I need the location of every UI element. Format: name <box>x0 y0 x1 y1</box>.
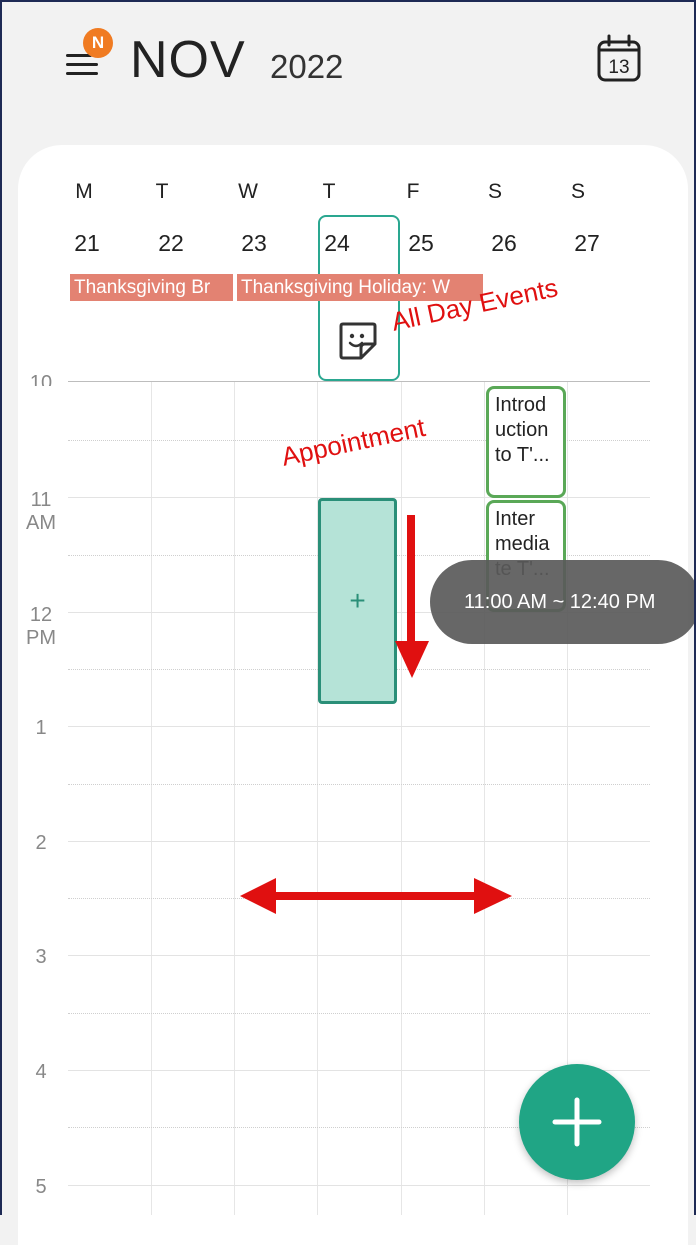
horizontal-double-arrow-annotation <box>240 878 512 914</box>
plus-icon <box>552 1097 602 1147</box>
down-arrow-annotation <box>395 515 429 678</box>
annotation-arrows <box>240 515 512 914</box>
add-event-fab[interactable] <box>519 1064 635 1180</box>
